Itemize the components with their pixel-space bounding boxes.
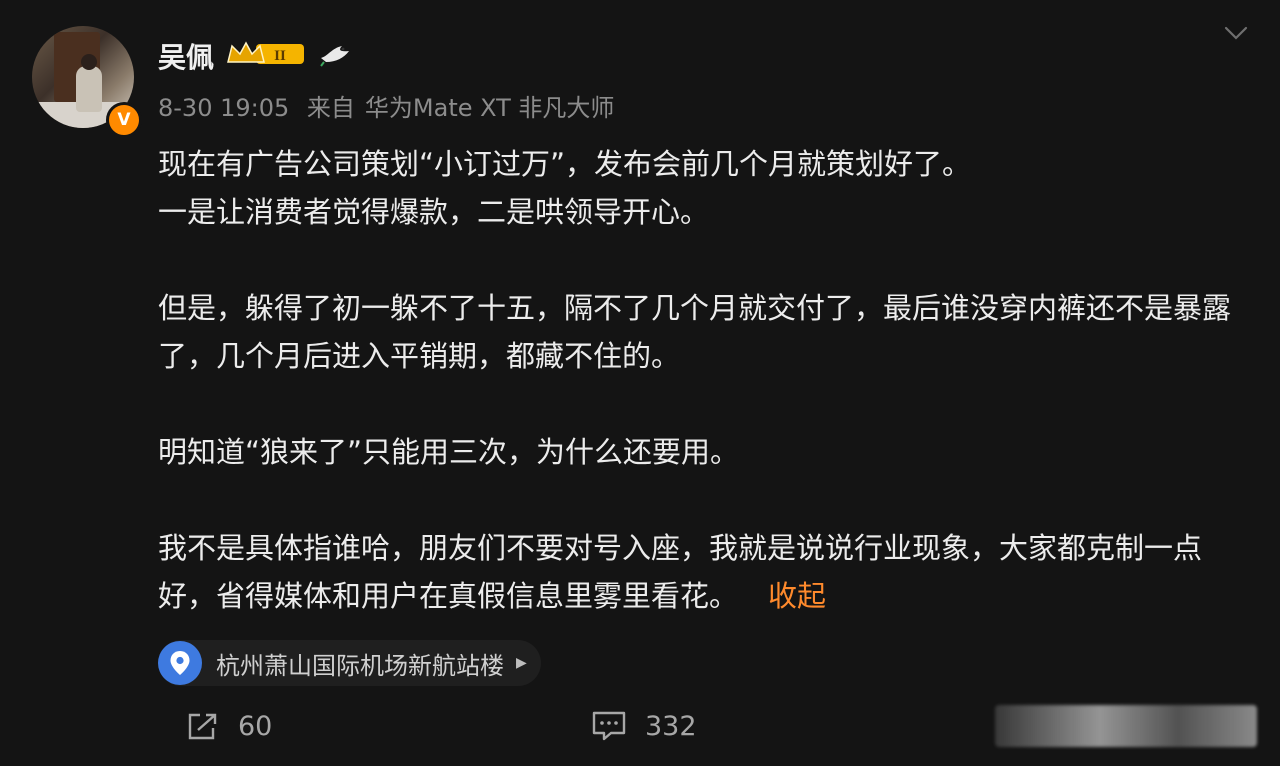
post-source-device[interactable]: 华为Mate XT 非凡大师 (365, 94, 615, 122)
chevron-down-icon[interactable] (1222, 22, 1250, 44)
location-label: 杭州萧山国际机场新航站楼 (216, 651, 504, 680)
blurred-watermark (995, 705, 1257, 747)
verified-badge-icon: V (106, 102, 142, 138)
comment-icon (592, 711, 626, 741)
comment-button[interactable]: 332 (591, 706, 697, 746)
comment-count: 332 (645, 710, 697, 742)
post-paragraph: 现在有广告公司策划“小订过万”，发布会前几个月就策划好了。 (158, 147, 972, 181)
repost-icon (188, 713, 217, 740)
post-paragraph: 但是，躲得了初一躲不了十五，隔不了几个月就交付了，最后谁没穿内裤还不是暴露了，几… (158, 291, 1232, 373)
post-content: 现在有广告公司策划“小订过万”，发布会前几个月就策划好了。 一是让消费者觉得爆款… (158, 140, 1258, 620)
avatar-head (81, 54, 97, 70)
level-badge-text: II (274, 48, 286, 64)
location-tag[interactable]: 杭州萧山国际机场新航站楼 ▶ (158, 640, 541, 686)
post-meta: 8-30 19:05 来自 华为Mate XT 非凡大师 (158, 88, 624, 123)
collapse-link[interactable]: 收起 (768, 579, 826, 613)
post-paragraph: 一是让消费者觉得爆款，二是哄领导开心。 (158, 195, 710, 229)
repost-button[interactable]: 60 (186, 706, 272, 746)
post-paragraph-text: 我不是具体指谁哈，朋友们不要对号入座，我就是说说行业现象，大家都克制一点好，省得… (158, 531, 1203, 613)
post-paragraph-last: 我不是具体指谁哈，朋友们不要对号入座，我就是说说行业现象，大家都克制一点好，省得… (158, 524, 1258, 620)
username[interactable]: 吴佩 (158, 36, 214, 76)
post-paragraph: 明知道“狼来了”只能用三次，为什么还要用。 (158, 435, 740, 469)
bird-badge-icon (320, 46, 349, 67)
avatar-person (76, 66, 102, 112)
location-pin-icon (158, 641, 202, 685)
member-crown-badge-icon[interactable]: II (226, 40, 306, 68)
chevron-right-icon: ▶ (516, 655, 527, 671)
repost-count: 60 (238, 710, 273, 742)
post-source-prefix: 来自 (306, 94, 355, 122)
post-timestamp: 8-30 19:05 (158, 94, 290, 122)
